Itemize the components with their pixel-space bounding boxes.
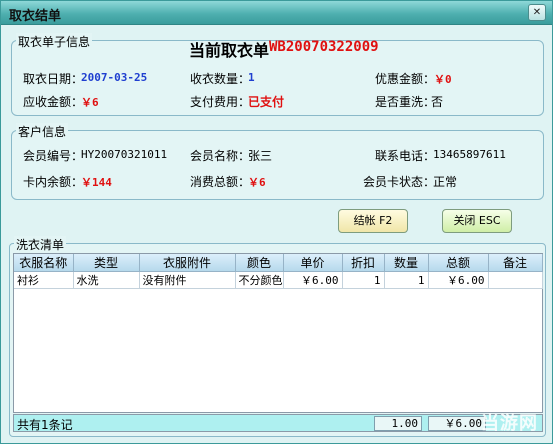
- member-name-label: 会员名称：: [190, 149, 251, 163]
- close-button[interactable]: 关闭 ESC: [442, 209, 512, 233]
- phone-value: 13465897611: [433, 148, 506, 161]
- qty-label: 收衣数量：: [190, 72, 251, 86]
- card-status-label: 会员卡状态：: [363, 175, 436, 189]
- cell-attachment: 没有附件: [139, 271, 236, 289]
- footer-qty-total: 1.00: [374, 416, 422, 431]
- receivable-value: ￥6: [81, 96, 99, 109]
- col-header-type[interactable]: 类型: [73, 254, 140, 272]
- col-header-name[interactable]: 衣服名称: [14, 254, 74, 272]
- cell-name: 衬衫: [14, 271, 74, 289]
- member-no-value: HY20070321011: [81, 148, 168, 161]
- total-spent-value: ￥6: [248, 176, 266, 189]
- record-count: 共有1条记: [17, 418, 73, 432]
- order-info-legend: 取衣单子信息: [16, 33, 93, 50]
- customer-info-legend: 客户信息: [16, 123, 69, 140]
- cell-discount: 1: [342, 271, 385, 289]
- card-status-value: 正常: [433, 175, 458, 189]
- member-name-value: 张三: [248, 149, 273, 163]
- col-header-color[interactable]: 颜色: [235, 254, 284, 272]
- cell-color: 不分颜色: [235, 271, 284, 289]
- cell-remark: [488, 271, 543, 289]
- take-date-label: 取衣日期：: [23, 72, 84, 86]
- watermark-logo: 当游网: [481, 413, 538, 434]
- cell-type: 水洗: [73, 271, 140, 289]
- cell-unit-price: ￥6.00: [283, 271, 343, 289]
- balance-value: ￥144: [81, 176, 112, 189]
- table-header-row: 衣服名称 类型 衣服附件 颜色 单价 折扣 数量 总额 备注: [14, 254, 543, 272]
- total-spent-label: 消费总额：: [190, 175, 251, 189]
- balance-label: 卡内余额：: [23, 175, 84, 189]
- phone-label: 联系电话：: [375, 149, 436, 163]
- wash-list-table[interactable]: 衣服名称 类型 衣服附件 颜色 单价 折扣 数量 总额 备注 衬衫 水洗 没有附…: [13, 253, 543, 413]
- cell-total: ￥6.00: [428, 271, 489, 289]
- footer-amount-total: ￥6.00: [428, 416, 486, 431]
- take-date-value: 2007-03-25: [81, 71, 148, 84]
- order-heading: 当前取衣单: [189, 41, 270, 60]
- col-header-qty[interactable]: 数量: [384, 254, 429, 272]
- rewash-value: 否: [431, 95, 444, 109]
- order-number: WB20070322009: [269, 39, 379, 55]
- member-no-label: 会员编号：: [23, 149, 84, 163]
- col-header-attachment[interactable]: 衣服附件: [139, 254, 236, 272]
- window-title: 取衣结单: [9, 9, 62, 24]
- close-icon[interactable]: ✕: [528, 4, 546, 21]
- col-header-unit-price[interactable]: 单价: [283, 254, 343, 272]
- discount-value: ￥0: [434, 73, 452, 86]
- discount-label: 优惠金额：: [375, 72, 436, 86]
- qty-value: 1: [248, 71, 255, 84]
- rewash-label: 是否重洗：: [375, 95, 436, 109]
- col-header-remark[interactable]: 备注: [488, 254, 543, 272]
- title-bar[interactable]: 取衣结单 ✕: [1, 1, 552, 25]
- checkout-button[interactable]: 结帐 F2: [338, 209, 408, 233]
- col-header-total[interactable]: 总额: [428, 254, 489, 272]
- cell-qty: 1: [384, 271, 429, 289]
- wash-list-legend: 洗衣清单: [14, 236, 67, 253]
- payment-value: 已支付: [248, 95, 285, 109]
- col-header-discount[interactable]: 折扣: [342, 254, 385, 272]
- payment-label: 支付费用：: [190, 95, 251, 109]
- table-footer: 共有1条记 1.00 ￥6.00: [13, 414, 543, 432]
- receivable-label: 应收金额：: [23, 95, 84, 109]
- checkout-window: 取衣结单 ✕ 取衣单子信息 当前取衣单 WB20070322009 取衣日期： …: [0, 0, 553, 444]
- table-row[interactable]: 衬衫 水洗 没有附件 不分颜色 ￥6.00 1 1 ￥6.00: [14, 271, 543, 289]
